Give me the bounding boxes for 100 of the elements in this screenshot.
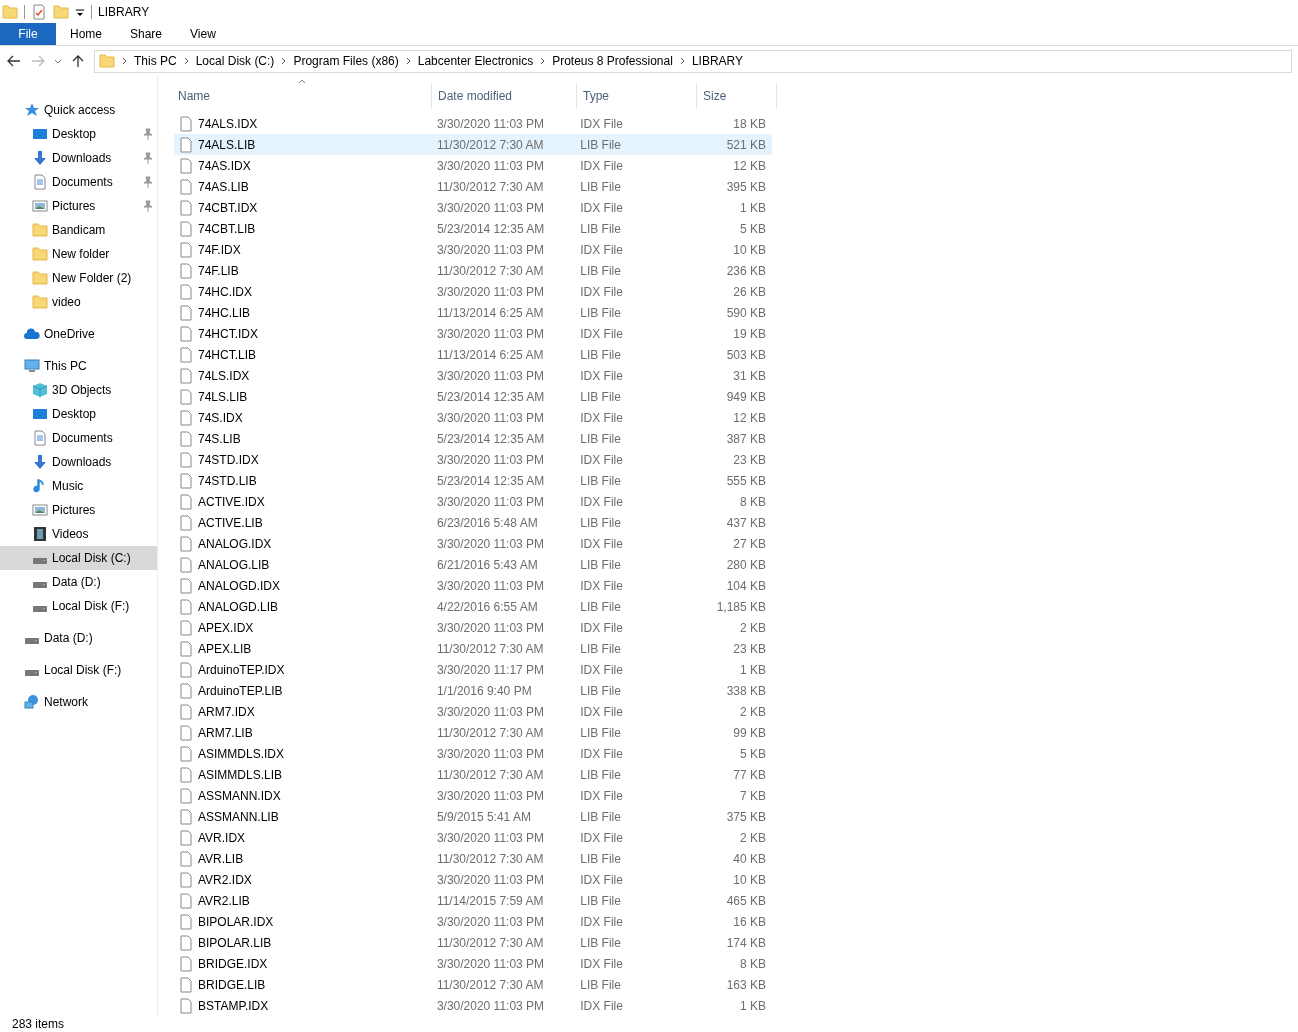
file-type: LIB File xyxy=(579,472,622,490)
sidebar-item[interactable]: New Folder (2) xyxy=(0,266,157,290)
file-row[interactable]: 74ALS.IDX 3/30/2020 11:03 PM IDX File 18 KB xyxy=(174,113,772,134)
file-row[interactable]: APEX.LIB 11/30/2012 7:30 AM LIB File 23 KB xyxy=(174,638,772,659)
sidebar-item[interactable]: 3D Objects xyxy=(0,378,157,402)
file-name: ANALOGD.LIB xyxy=(198,598,279,616)
picture-icon xyxy=(32,502,48,518)
file-row[interactable]: 74CBT.IDX 3/30/2020 11:03 PM IDX File 1 KB xyxy=(174,197,772,218)
breadcrumb-item[interactable]: Labcenter Electronics xyxy=(417,52,534,70)
file-type: IDX File xyxy=(579,325,624,343)
file-row[interactable]: ARM7.LIB 11/30/2012 7:30 AM LIB File 99 KB xyxy=(174,722,772,743)
ribbon-tab[interactable]: File xyxy=(0,23,56,45)
file-row[interactable]: 74CBT.LIB 5/23/2014 12:35 AM LIB File 5 KB xyxy=(174,218,772,239)
file-size: 8 KB xyxy=(739,493,767,511)
file-row[interactable]: BSTAMP.IDX 3/30/2020 11:03 PM IDX File 1 KB xyxy=(174,995,772,1016)
file-row[interactable]: 74F.LIB 11/30/2012 7:30 AM LIB File 236 KB xyxy=(174,260,772,281)
sidebar-item[interactable]: This PC xyxy=(0,354,157,378)
file-row[interactable]: 74AS.LIB 11/30/2012 7:30 AM LIB File 395 KB xyxy=(174,176,772,197)
column-header[interactable]: Name xyxy=(172,83,432,108)
sidebar-item[interactable]: Documents xyxy=(0,426,157,450)
file-size: 77 KB xyxy=(732,766,767,784)
file-row[interactable]: AVR2.IDX 3/30/2020 11:03 PM IDX File 10 KB xyxy=(174,869,772,890)
column-header[interactable]: Date modified xyxy=(432,83,577,108)
file-icon xyxy=(180,262,192,279)
column-header[interactable]: Size xyxy=(697,83,777,108)
file-row[interactable]: APEX.IDX 3/30/2020 11:03 PM IDX File 2 KB xyxy=(174,617,772,638)
file-icon xyxy=(180,325,192,342)
file-row[interactable]: 74STD.LIB 5/23/2014 12:35 AM LIB File 555 KB xyxy=(174,470,772,491)
file-row[interactable]: BRIDGE.IDX 3/30/2020 11:03 PM IDX File 8 KB xyxy=(174,953,772,974)
file-row[interactable]: BIPOLAR.IDX 3/30/2020 11:03 PM IDX File 16 KB xyxy=(174,911,772,932)
file-row[interactable]: ANALOG.IDX 3/30/2020 11:03 PM IDX File 27 KB xyxy=(174,533,772,554)
file-row[interactable]: BIPOLAR.LIB 11/30/2012 7:30 AM LIB File 174 KB xyxy=(174,932,772,953)
file-row[interactable]: AVR2.LIB 11/14/2015 7:59 AM LIB File 465 KB xyxy=(174,890,772,911)
properties-icon[interactable] xyxy=(31,3,47,20)
file-row[interactable]: ACTIVE.IDX 3/30/2020 11:03 PM IDX File 8 KB xyxy=(174,491,772,512)
file-row[interactable]: 74HCT.LIB 11/13/2014 6:25 AM LIB File 503 KB xyxy=(174,344,772,365)
sidebar-item[interactable]: Desktop xyxy=(0,402,157,426)
pin-icon xyxy=(143,200,153,212)
file-type: IDX File xyxy=(579,283,624,301)
breadcrumb-item[interactable]: LIBRARY xyxy=(691,52,743,70)
sidebar-item[interactable]: video xyxy=(0,290,157,314)
file-row[interactable]: ASSMANN.IDX 3/30/2020 11:03 PM IDX File 7 KB xyxy=(174,785,772,806)
up-arrow-icon[interactable] xyxy=(70,53,86,69)
file-row[interactable]: ARM7.IDX 3/30/2020 11:03 PM IDX File 2 KB xyxy=(174,701,772,722)
file-row[interactable]: 74STD.IDX 3/30/2020 11:03 PM IDX File 23 KB xyxy=(174,449,772,470)
file-row[interactable]: BRIDGE.LIB 11/30/2012 7:30 AM LIB File 163 KB xyxy=(174,974,772,995)
sidebar-item[interactable]: OneDrive xyxy=(0,322,157,346)
sidebar-item[interactable]: Downloads xyxy=(0,146,157,170)
file-size: 387 KB xyxy=(725,430,767,448)
sidebar-item[interactable]: Videos xyxy=(0,522,157,546)
file-row[interactable]: ArduinoTEP.IDX 3/30/2020 11:17 PM IDX File 1 KB xyxy=(174,659,772,680)
file-row[interactable]: 74HC.IDX 3/30/2020 11:03 PM IDX File 26 KB xyxy=(174,281,772,302)
sidebar-item[interactable]: New folder xyxy=(0,242,157,266)
file-name: BRIDGE.IDX xyxy=(198,955,268,973)
file-row[interactable]: 74LS.IDX 3/30/2020 11:03 PM IDX File 31 KB xyxy=(174,365,772,386)
file-row[interactable]: ASIMMDLS.IDX 3/30/2020 11:03 PM IDX File 5 KB xyxy=(174,743,772,764)
breadcrumb-item[interactable]: Local Disk (C:) xyxy=(195,52,275,70)
breadcrumb-item[interactable]: Program Files (x86) xyxy=(293,52,399,70)
file-row[interactable]: ASSMANN.LIB 5/9/2015 5:41 AM LIB File 375 KB xyxy=(174,806,772,827)
file-row[interactable]: 74ALS.LIB 11/30/2012 7:30 AM LIB File 521 KB xyxy=(174,134,772,155)
file-row[interactable]: ANALOGD.LIB 4/22/2016 6:55 AM LIB File 1,185 KB xyxy=(174,596,772,617)
file-row[interactable]: 74HCT.IDX 3/30/2020 11:03 PM IDX File 19 KB xyxy=(174,323,772,344)
file-row[interactable]: AVR.IDX 3/30/2020 11:03 PM IDX File 2 KB xyxy=(174,827,772,848)
sidebar-item[interactable]: Local Disk (C:) xyxy=(0,546,157,570)
file-row[interactable]: 74HC.LIB 11/13/2014 6:25 AM LIB File 590 KB xyxy=(174,302,772,323)
ribbon-tab[interactable]: Share xyxy=(116,23,177,45)
sidebar-item[interactable]: Local Disk (F:) xyxy=(0,658,157,682)
breadcrumb-item[interactable]: This PC xyxy=(134,52,177,70)
file-icon xyxy=(180,178,192,195)
file-row[interactable]: ANALOGD.IDX 3/30/2020 11:03 PM IDX File 104 KB xyxy=(174,575,772,596)
file-row[interactable]: 74F.IDX 3/30/2020 11:03 PM IDX File 10 KB xyxy=(174,239,772,260)
sidebar-item[interactable]: Quick access xyxy=(0,98,157,122)
column-header[interactable]: Type xyxy=(577,83,697,108)
file-row[interactable]: ASIMMDLS.LIB 11/30/2012 7:30 AM LIB File 77 KB xyxy=(174,764,772,785)
folder-icon xyxy=(99,53,115,69)
file-row[interactable]: 74LS.LIB 5/23/2014 12:35 AM LIB File 949 KB xyxy=(174,386,772,407)
sidebar-item[interactable]: Pictures xyxy=(0,498,157,522)
file-row[interactable]: 74S.LIB 5/23/2014 12:35 AM LIB File 387 KB xyxy=(174,428,772,449)
sidebar-item[interactable]: Bandicam xyxy=(0,218,157,242)
ribbon-tab[interactable]: View xyxy=(176,23,230,45)
file-row[interactable]: 74AS.IDX 3/30/2020 11:03 PM IDX File 12 KB xyxy=(174,155,772,176)
sidebar-item[interactable]: Downloads xyxy=(0,450,157,474)
sidebar-item[interactable]: Pictures xyxy=(0,194,157,218)
ribbon-tab[interactable]: Home xyxy=(56,23,116,45)
sidebar-item[interactable]: Data (D:) xyxy=(0,570,157,594)
date-modified: 11/30/2012 7:30 AM xyxy=(435,724,545,742)
file-row[interactable]: ArduinoTEP.LIB 1/1/2016 9:40 PM LIB File 338 KB xyxy=(174,680,772,701)
file-row[interactable]: ANALOG.LIB 6/21/2016 5:43 AM LIB File 280 KB xyxy=(174,554,772,575)
file-row[interactable]: AVR.LIB 11/30/2012 7:30 AM LIB File 40 KB xyxy=(174,848,772,869)
sidebar-item[interactable]: Desktop xyxy=(0,122,157,146)
file-row[interactable]: 74S.IDX 3/30/2020 11:03 PM IDX File 12 KB xyxy=(174,407,772,428)
sidebar-item[interactable]: Documents xyxy=(0,170,157,194)
sidebar-item[interactable]: Music xyxy=(0,474,157,498)
breadcrumb-item[interactable]: Proteus 8 Professional xyxy=(552,52,673,70)
file-size: 174 KB xyxy=(725,934,767,952)
sidebar-item[interactable]: Local Disk (F:) xyxy=(0,594,157,618)
file-row[interactable]: ACTIVE.LIB 6/23/2016 5:48 AM LIB File 437 KB xyxy=(174,512,772,533)
back-arrow-icon[interactable] xyxy=(6,53,22,69)
sidebar-item[interactable]: Data (D:) xyxy=(0,626,157,650)
sidebar-item[interactable]: Network xyxy=(0,690,157,714)
